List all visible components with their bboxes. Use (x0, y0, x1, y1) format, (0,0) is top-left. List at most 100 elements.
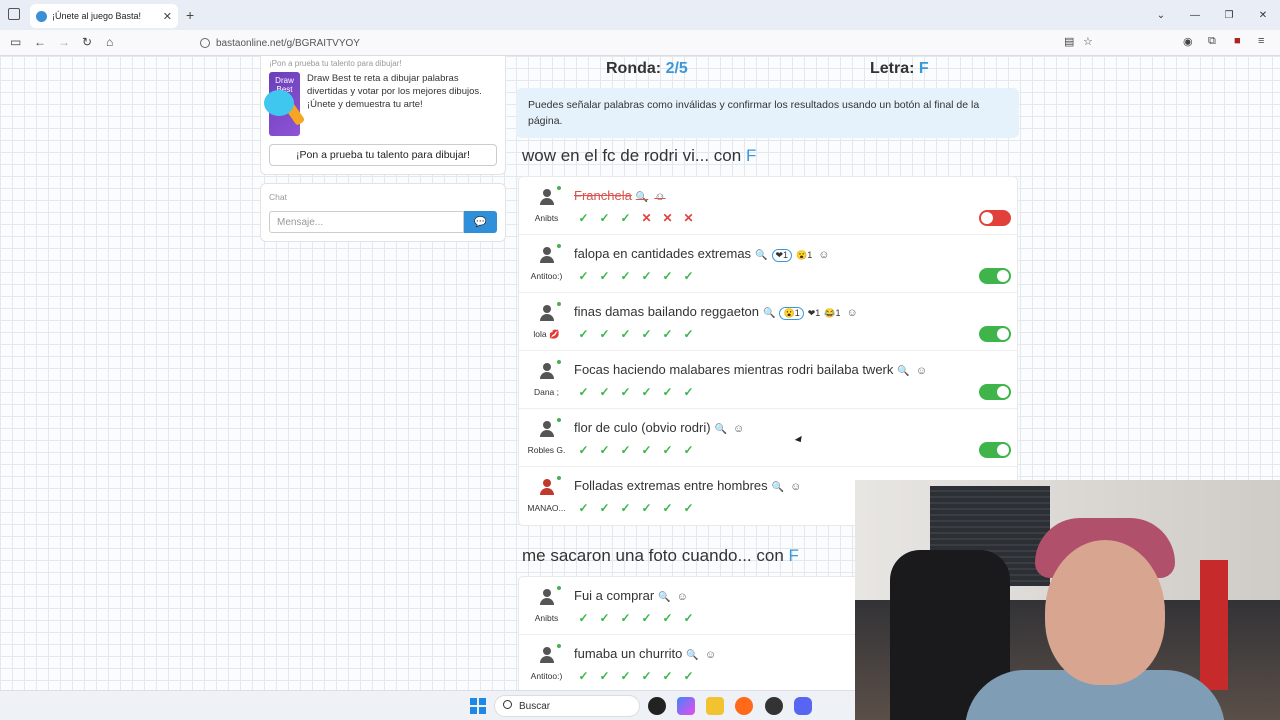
answer-row: lola 💋 finas damas bailando reggaeton 🔍 😮1 ❤… (519, 293, 1017, 351)
streamer-face (1045, 540, 1165, 685)
answer-word: falopa en cantidades extremas 🔍 ❤1 😮1 ☺ (574, 246, 830, 262)
round-indicator: Ronda: 2/5 (606, 60, 688, 77)
valid-toggle[interactable] (979, 384, 1011, 400)
reaction-badge[interactable]: 😮1 (779, 307, 804, 320)
letter-indicator: Letra: F (870, 60, 929, 77)
player-name: Robles G. (527, 445, 566, 455)
answer-text: Franchela (574, 188, 632, 203)
add-reaction-icon[interactable]: ☺ (818, 249, 829, 261)
window-controls: ⌄ — ❐ ✕ (1144, 0, 1280, 30)
url-field[interactable]: bastaonline.net/g/BGRAITVYOY (200, 33, 1100, 53)
vote-check-icon: ✓ (683, 443, 694, 457)
send-message-button[interactable]: 💬 (464, 211, 497, 233)
windows-start-icon[interactable] (470, 698, 486, 714)
search-icon[interactable]: 🔍 (658, 592, 670, 603)
valid-toggle[interactable] (979, 326, 1011, 342)
reaction-badge[interactable]: ❤1 (808, 308, 821, 319)
answer-word: finas damas bailando reggaeton 🔍 😮1 ❤1 😂1 ☺ (574, 304, 858, 320)
player-name: lola 💋 (533, 329, 560, 339)
valid-toggle[interactable] (979, 268, 1011, 284)
add-reaction-icon[interactable]: ☺ (846, 307, 857, 319)
add-reaction-icon[interactable]: ☺ (916, 365, 927, 377)
maximize-icon[interactable]: ❐ (1212, 0, 1246, 30)
add-reaction-icon[interactable]: ☺ (705, 649, 716, 661)
browser-tabstrip: ¡Únete al juego Basta! ✕ + ⌄ — ❐ ✕ (0, 0, 1280, 30)
vote-check-icon: ✓ (683, 269, 694, 283)
ad-description: Draw Best te reta a dibujar palabras div… (307, 73, 482, 110)
address-bar: ▭ ← → ↻ ⌂ bastaonline.net/g/BGRAITVYOY ▤… (0, 30, 1280, 56)
valid-toggle[interactable] (979, 210, 1011, 226)
minimize-icon[interactable]: — (1178, 0, 1212, 30)
vote-check-icon: ✓ (578, 327, 589, 341)
app-g-icon[interactable] (648, 697, 666, 715)
browser-tab[interactable]: ¡Únete al juego Basta! ✕ (30, 4, 178, 28)
search-icon[interactable]: 🔍 (897, 366, 909, 377)
copilot-icon[interactable] (677, 697, 695, 715)
bookmark-star-icon[interactable]: ☆ (1083, 35, 1093, 48)
vote-check-icon: ✓ (620, 611, 631, 625)
firefox-icon[interactable] (735, 697, 753, 715)
new-tab-icon[interactable]: + (186, 7, 194, 23)
vote-check-icon: ✓ (641, 269, 652, 283)
vote-check-icon: ✓ (683, 669, 694, 683)
answers-list: Anibts Franchela 🔍 ☺ ✓ ✓ ✓ ✕ ✕ ✕ Antitoo:) falopa e… (518, 176, 1018, 526)
search-icon[interactable]: 🔍 (755, 250, 767, 261)
ad-image[interactable]: Draw Best (264, 72, 306, 136)
vote-check-icon: ✓ (662, 269, 673, 283)
vote-check-icon: ✓ (578, 501, 589, 515)
answer-text: flor de culo (obvio rodri) (574, 420, 711, 435)
ad-cta-button[interactable]: ¡Pon a prueba tu talento para dibujar! (269, 144, 497, 166)
chevron-down-icon[interactable]: ⌄ (1144, 0, 1178, 30)
site-info-icon[interactable] (200, 38, 210, 48)
reaction-badge[interactable]: 😂1 (824, 308, 840, 319)
close-window-icon[interactable]: ✕ (1246, 0, 1280, 30)
online-status-icon (557, 360, 561, 364)
extension-badge-icon[interactable]: ■ (1234, 35, 1241, 47)
search-icon[interactable]: 🔍 (772, 482, 784, 493)
avatar-icon (539, 647, 555, 663)
reaction-badge[interactable]: ❤1 (771, 249, 793, 262)
forward-icon[interactable]: → (58, 35, 70, 49)
menu-icon[interactable]: ≡ (1258, 35, 1264, 47)
vote-check-icon: ✓ (620, 327, 631, 341)
account-icon[interactable]: ◉ (1183, 35, 1193, 48)
tab-list-icon[interactable] (8, 8, 20, 20)
extensions-icon[interactable]: ⧉ (1208, 35, 1216, 48)
vote-check-icon: ✓ (683, 611, 694, 625)
answer-text: Folladas extremas entre hombres (574, 478, 768, 493)
search-icon[interactable]: 🔍 (686, 650, 698, 661)
back-icon[interactable]: ← (34, 35, 46, 49)
reload-icon[interactable]: ↻ (82, 35, 92, 49)
vote-x-icon: ✕ (641, 211, 652, 225)
search-icon[interactable]: 🔍 (636, 192, 648, 203)
file-explorer-icon[interactable] (706, 697, 724, 715)
home-icon[interactable]: ⌂ (106, 35, 113, 49)
left-column: ¡Pon a prueba tu talento para dibujar! D… (260, 56, 506, 242)
vote-check-icon: ✓ (620, 211, 631, 225)
search-icon[interactable]: 🔍 (715, 424, 727, 435)
sidebar-toggle-icon[interactable]: ▭ (10, 35, 21, 49)
add-reaction-icon[interactable]: ☺ (677, 591, 688, 603)
reaction-badge[interactable]: 😮1 (796, 250, 812, 261)
close-tab-icon[interactable]: ✕ (163, 10, 172, 23)
answer-text: falopa en cantidades extremas (574, 246, 752, 261)
vote-check-icon: ✓ (620, 443, 631, 457)
vote-check-icon: ✓ (620, 501, 631, 515)
add-reaction-icon[interactable]: ☺ (790, 481, 801, 493)
taskbar-search[interactable]: Buscar (494, 695, 640, 717)
add-reaction-icon[interactable]: ☺ (733, 423, 744, 435)
discord-icon[interactable] (794, 697, 812, 715)
answer-word: Fui a comprar 🔍 ☺ (574, 588, 688, 603)
chat-input[interactable]: Mensaje... (269, 211, 464, 233)
search-icon[interactable]: 🔍 (763, 308, 775, 319)
answer-word: flor de culo (obvio rodri) 🔍 ☺ (574, 420, 744, 435)
obs-icon[interactable] (765, 697, 783, 715)
valid-toggle[interactable] (979, 442, 1011, 458)
answer-word: Focas haciendo malabares mientras rodri … (574, 362, 927, 377)
vote-check-icon: ✓ (683, 327, 694, 341)
add-reaction-icon[interactable]: ☺ (654, 191, 665, 203)
reader-view-icon[interactable]: ▤ (1064, 35, 1074, 48)
avatar-icon (539, 479, 555, 495)
vote-check-icon: ✓ (599, 211, 610, 225)
answer-row: Dana ; Focas haciendo malabares mientras … (519, 351, 1017, 409)
